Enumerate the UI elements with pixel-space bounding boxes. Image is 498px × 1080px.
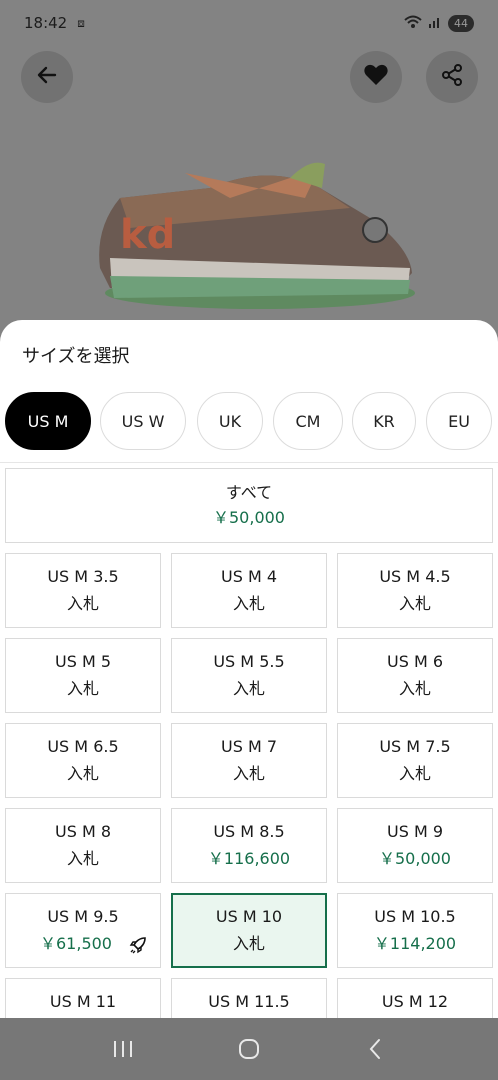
size-option[interactable]: US M 11.5: [171, 978, 327, 1018]
signal-icon: [428, 15, 442, 32]
size-bid: 入札: [398, 764, 431, 783]
tab-us-m[interactable]: US M: [5, 392, 91, 450]
svg-text:kd: kd: [120, 212, 175, 258]
size-option[interactable]: US M 10.5 ￥114,200: [337, 893, 493, 968]
back-arrow-icon: [35, 63, 59, 91]
battery-badge: 44: [448, 14, 474, 32]
size-price: ￥61,500: [40, 934, 112, 953]
size-option[interactable]: US M 6 入札: [337, 638, 493, 713]
status-right: 44: [404, 14, 474, 32]
recents-icon: [114, 1041, 132, 1057]
size-option[interactable]: US M 5 入札: [5, 638, 161, 713]
size-option-all[interactable]: すべて ￥50,000: [5, 468, 493, 543]
size-select-sheet: サイズを選択 US M US W UK CM KR EU すべて ￥50,000…: [0, 320, 498, 1018]
size-label: US M 10: [215, 907, 283, 926]
size-bid: 入札: [398, 679, 431, 698]
share-button[interactable]: [426, 51, 478, 103]
tab-uk[interactable]: UK: [197, 392, 263, 450]
size-label: US M 5.5: [213, 652, 285, 671]
heart-icon: [363, 63, 389, 91]
rocket-icon: [129, 937, 146, 954]
wifi-icon: [404, 15, 422, 32]
size-bid: 入札: [232, 934, 265, 953]
back-icon: [369, 1039, 380, 1059]
size-option[interactable]: US M 7.5 入札: [337, 723, 493, 798]
size-bid: 入札: [232, 764, 265, 783]
size-label: すべて: [225, 483, 273, 502]
size-option[interactable]: US M 3.5 入札: [5, 553, 161, 628]
divider: [0, 462, 498, 463]
size-label: US M 7: [220, 737, 278, 756]
size-price: ￥50,000: [213, 508, 285, 527]
size-option[interactable]: US M 9.5 ￥61,500: [5, 893, 161, 968]
size-label: US M 5: [54, 652, 112, 671]
tab-kr[interactable]: KR: [352, 392, 416, 450]
tab-eu[interactable]: EU: [426, 392, 492, 450]
size-label: US M 8: [54, 822, 112, 841]
size-option[interactable]: US M 5.5 入札: [171, 638, 327, 713]
size-bid: 入札: [232, 679, 265, 698]
screen-record-icon: ⧈: [77, 15, 85, 30]
size-label: US M 6.5: [47, 737, 119, 756]
system-back-button[interactable]: [355, 1029, 395, 1069]
size-label: US M 12: [381, 992, 449, 1011]
size-option[interactable]: US M 8.5 ￥116,600: [171, 808, 327, 883]
size-label: US M 9: [386, 822, 444, 841]
size-label: US M 11: [49, 992, 117, 1011]
share-icon: [440, 63, 464, 91]
size-price: ￥116,600: [207, 849, 291, 868]
size-label: US M 9.5: [47, 907, 119, 926]
status-bar: 18:42 ⧈ 44: [0, 0, 498, 46]
size-label: US M 6: [386, 652, 444, 671]
size-option[interactable]: US M 9 ￥50,000: [337, 808, 493, 883]
size-option[interactable]: US M 4 入札: [171, 553, 327, 628]
size-option[interactable]: US M 7 入札: [171, 723, 327, 798]
size-price: ￥114,200: [373, 934, 457, 953]
size-option[interactable]: US M 6.5 入札: [5, 723, 161, 798]
size-label: US M 7.5: [379, 737, 451, 756]
size-bid: 入札: [398, 594, 431, 613]
size-label: US M 4.5: [379, 567, 451, 586]
size-bid: 入札: [66, 594, 99, 613]
home-icon: [239, 1039, 259, 1059]
home-button[interactable]: [229, 1029, 269, 1069]
size-label: US M 8.5: [213, 822, 285, 841]
size-option[interactable]: US M 4.5 入札: [337, 553, 493, 628]
size-option-selected[interactable]: US M 10 入札: [171, 893, 327, 968]
size-price: ￥50,000: [379, 849, 451, 868]
size-bid: 入札: [232, 594, 265, 613]
size-option[interactable]: US M 8 入札: [5, 808, 161, 883]
size-label: US M 3.5: [47, 567, 119, 586]
size-bid: 入札: [66, 679, 99, 698]
status-time: 18:42: [24, 14, 68, 32]
favorite-button[interactable]: [350, 51, 402, 103]
product-image: kd: [99, 162, 415, 309]
back-button[interactable]: [21, 51, 73, 103]
size-option[interactable]: US M 12: [337, 978, 493, 1018]
system-nav-bar: [0, 1018, 498, 1080]
sheet-title: サイズを選択: [22, 346, 130, 367]
product-backdrop: 18:42 ⧈ 44 kd: [0, 0, 498, 340]
size-label: US M 11.5: [208, 992, 290, 1011]
size-bid: 入札: [66, 764, 99, 783]
recents-button[interactable]: [103, 1029, 143, 1069]
tab-us-w[interactable]: US W: [100, 392, 186, 450]
size-bid: 入札: [66, 849, 99, 868]
tab-cm[interactable]: CM: [273, 392, 343, 450]
size-label: US M 4: [220, 567, 278, 586]
size-label: US M 10.5: [374, 907, 456, 926]
size-option[interactable]: US M 11: [5, 978, 161, 1018]
